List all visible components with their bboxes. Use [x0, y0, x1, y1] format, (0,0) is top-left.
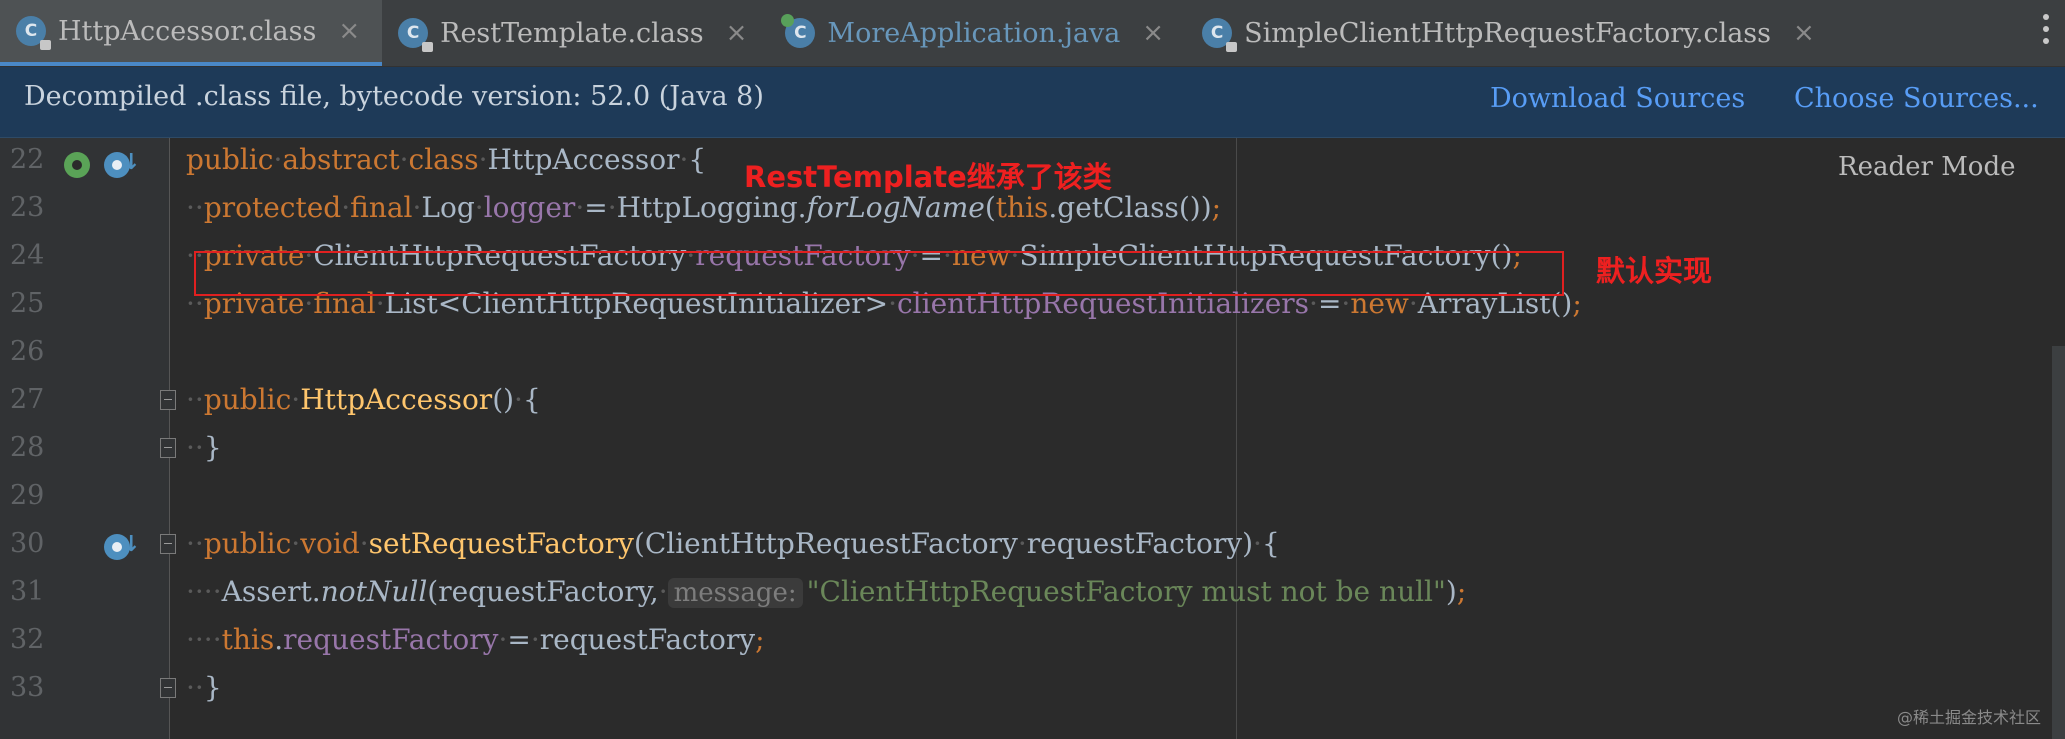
decompiled-banner: Decompiled .class file, bytecode version…	[0, 67, 2065, 138]
class-file-icon: C	[16, 16, 51, 50]
line-number: 30	[10, 528, 45, 559]
line-number: 33	[10, 672, 45, 703]
line-number: 25	[10, 288, 45, 319]
line-number: 32	[10, 624, 45, 655]
highlight-box	[194, 251, 1564, 296]
code-text: ··public·void·setRequestFactory(ClientHt…	[186, 527, 1280, 560]
code-text: ····Assert.notNull(requestFactory,· messa…	[186, 575, 1467, 608]
string-literal: "ClientHttpRequestFactory must not be nu…	[806, 575, 1446, 608]
spring-boot-class-icon: C	[781, 14, 816, 48]
close-icon[interactable]: ×	[1793, 18, 1815, 48]
tab-simpleclienthttprequestfactory[interactable]: C SimpleClientHttpRequestFactory.class ×	[1186, 0, 1837, 66]
tab-resttemplate[interactable]: C RestTemplate.class ×	[382, 0, 769, 66]
field-annotation: 默认实现	[1596, 254, 1713, 288]
class-file-icon: C	[1202, 18, 1238, 52]
overridden-by-icon[interactable]	[64, 152, 90, 178]
code-editor[interactable]: Reader Mode 22 ↓ public·abstract·class·H…	[0, 138, 2065, 739]
code-text: ··}	[186, 431, 222, 464]
line-number: 27	[10, 384, 45, 415]
code-line: 29	[0, 474, 2065, 522]
code-line: 28 ··}	[0, 426, 2065, 474]
code-line: 26	[0, 330, 2065, 378]
code-line: 30 ↓ ··public·void·setRequestFactory(Cli…	[0, 522, 2065, 570]
tab-label: RestTemplate.class	[440, 17, 704, 49]
class-annotation: RestTemplate继承了该类	[744, 160, 1112, 194]
line-number: 29	[10, 480, 45, 511]
fold-collapse-icon[interactable]	[160, 534, 176, 554]
code-text: ··}	[186, 671, 222, 704]
fold-collapse-icon[interactable]	[160, 390, 176, 410]
download-sources-link[interactable]: Download Sources	[1490, 83, 1745, 114]
close-icon[interactable]: ×	[726, 18, 748, 48]
tab-label: SimpleClientHttpRequestFactory.class	[1244, 17, 1772, 49]
editor-tab-bar: C HttpAccessor.class × C RestTemplate.cl…	[0, 0, 2065, 67]
line-number: 28	[10, 432, 45, 463]
code-line: 33 ··}	[0, 666, 2065, 714]
code-text: public·abstract·class·HttpAccessor·{	[186, 143, 707, 176]
code-line: 27 ··public·HttpAccessor()·{	[0, 378, 2065, 426]
tab-moreapplication[interactable]: C MoreApplication.java ×	[769, 0, 1186, 66]
code-line: 31 ····Assert.notNull(requestFactory,· me…	[0, 570, 2065, 618]
close-icon[interactable]: ×	[338, 16, 360, 46]
line-number: 31	[10, 576, 45, 607]
line-number: 26	[10, 336, 45, 367]
choose-sources-link[interactable]: Choose Sources...	[1794, 83, 2039, 114]
tab-label: HttpAccessor.class	[58, 15, 317, 47]
banner-message: Decompiled .class file, bytecode version…	[24, 81, 764, 112]
line-number: 23	[10, 192, 45, 223]
fold-end-icon[interactable]	[160, 438, 176, 458]
parameter-hint: message:	[667, 578, 803, 608]
class-file-icon: C	[398, 18, 434, 52]
close-icon[interactable]: ×	[1142, 18, 1164, 48]
more-options-icon[interactable]	[2041, 14, 2051, 44]
tab-label: MoreApplication.java	[827, 17, 1121, 49]
arrow-down-icon: ↓	[122, 150, 141, 175]
watermark: @稀土掘金技术社区	[1897, 708, 2042, 727]
line-number: 24	[10, 240, 45, 271]
code-text: ····this.requestFactory·=·requestFactory…	[186, 623, 765, 656]
line-number: 22	[10, 144, 45, 175]
fold-end-icon[interactable]	[160, 678, 176, 698]
code-line: 32 ····this.requestFactory·=·requestFact…	[0, 618, 2065, 666]
tab-httpaccessor[interactable]: C HttpAccessor.class ×	[0, 0, 383, 66]
code-text: ··public·HttpAccessor()·{	[186, 383, 541, 416]
arrow-down-icon: ↓	[122, 532, 141, 557]
